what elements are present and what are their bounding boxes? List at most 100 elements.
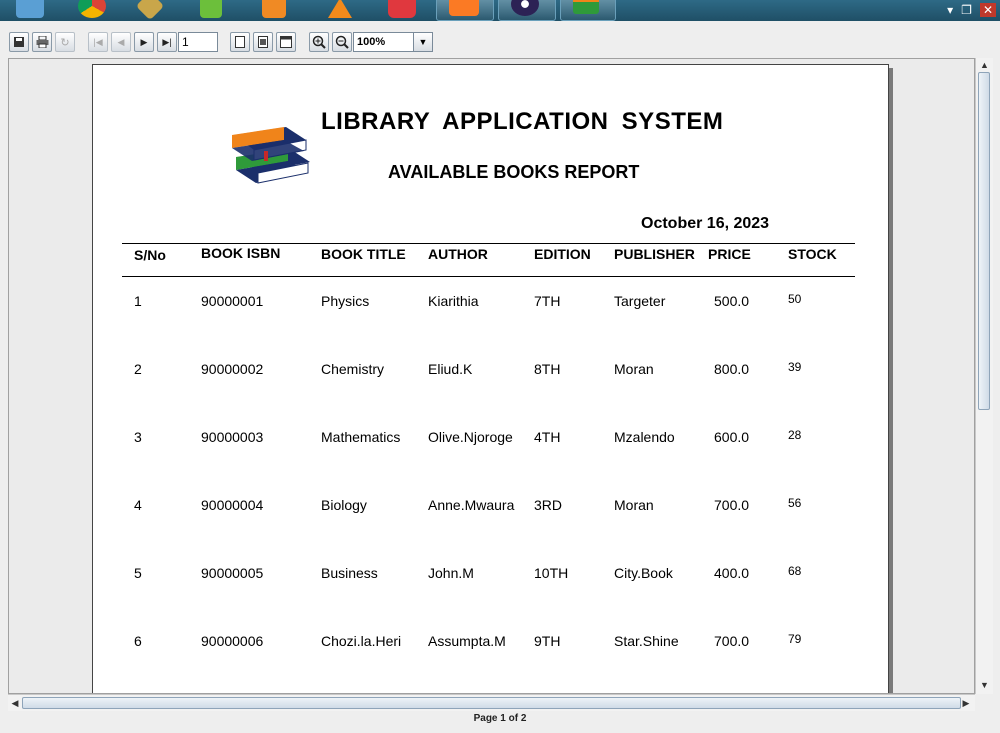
actual-size-button[interactable] — [230, 32, 250, 52]
zoom-in-button[interactable] — [309, 32, 329, 52]
zoom-out-button[interactable] — [332, 32, 352, 52]
page-info: Page 1 of 2 — [473, 713, 527, 724]
cell-title: Biology — [321, 497, 367, 513]
media-player-icon[interactable] — [262, 0, 286, 18]
file-manager-icon[interactable] — [16, 0, 44, 18]
cell-isbn: 90000001 — [201, 293, 264, 309]
page-number-input[interactable]: 1 — [178, 32, 218, 52]
cell-sno: 5 — [134, 565, 142, 581]
zoom-in-icon — [312, 35, 326, 49]
restore-icon[interactable]: ❐ — [961, 3, 972, 17]
save-button[interactable] — [9, 32, 29, 52]
cell-sno: 1 — [134, 293, 142, 309]
cell-author: Olive.Njoroge — [428, 429, 513, 445]
next-page-icon: ▶ — [140, 36, 148, 47]
horizontal-scroll-thumb[interactable] — [22, 697, 961, 709]
cell-isbn: 90000006 — [201, 633, 264, 649]
cell-stock: 50 — [788, 292, 802, 306]
report-viewer[interactable]: LIBRARY APPLICATION SYSTEM AVAILABLE BOO… — [8, 58, 975, 694]
fit-page-icon — [258, 36, 268, 48]
fit-page-button[interactable] — [253, 32, 273, 52]
cell-publisher: Star.Shine — [614, 633, 679, 649]
cell-edition: 8TH — [534, 361, 561, 377]
cell-isbn: 90000002 — [201, 361, 264, 377]
vertical-scroll-thumb[interactable] — [978, 72, 990, 410]
zoom-out-icon — [335, 35, 349, 49]
cell-stock: 79 — [788, 632, 802, 646]
report-title: LIBRARY APPLICATION SYSTEM — [321, 108, 724, 135]
cell-title: Chemistry — [321, 361, 385, 377]
xampp-icon — [449, 0, 479, 16]
column-header-sno: S/No — [134, 247, 166, 263]
zoom-select[interactable]: 100% ▼ — [353, 32, 433, 52]
last-page-icon: ▶| — [162, 36, 172, 47]
cell-isbn: 90000004 — [201, 497, 264, 513]
cell-edition: 3RD — [534, 497, 563, 513]
cell-price: 700.0 — [714, 633, 750, 649]
close-icon[interactable]: ✕ — [979, 3, 996, 17]
header-top-rule — [122, 243, 855, 244]
first-page-icon: |◀ — [93, 36, 103, 47]
vivaldi-icon[interactable] — [388, 0, 416, 18]
column-header-publisher: PUBLISHER — [614, 246, 695, 262]
scroll-right-arrow-icon[interactable]: ▶ — [959, 695, 973, 711]
eclipse-icon — [511, 0, 539, 16]
report-date: October 16, 2023 — [641, 215, 770, 232]
report-page: LIBRARY APPLICATION SYSTEM AVAILABLE BOO… — [92, 64, 889, 693]
cell-sno: 2 — [134, 361, 142, 377]
cell-price: 700.0 — [714, 497, 750, 513]
cell-author: Assumpta.M — [428, 633, 506, 649]
scroll-left-arrow-icon[interactable]: ◀ — [8, 695, 22, 711]
status-bar: Page 1 of 2 — [0, 711, 1000, 733]
cell-price: 500.0 — [714, 293, 750, 309]
taskbar: ▾ ❐ ✕ — [0, 0, 1000, 21]
cell-publisher: Mzalendo — [614, 429, 675, 445]
cell-price: 600.0 — [714, 429, 750, 445]
chrome-icon[interactable] — [78, 0, 106, 18]
header-bottom-rule — [122, 276, 855, 277]
viewer-toolbar: ↻ |◀ ◀ ▶ ▶| 1 100% ▼ — [0, 30, 1000, 56]
scroll-down-arrow-icon[interactable]: ▼ — [976, 678, 993, 692]
previous-page-button[interactable]: ◀ — [111, 32, 131, 52]
print-button[interactable] — [32, 32, 52, 52]
cell-author: Eliud.K — [428, 361, 473, 377]
reload-icon: ↻ — [60, 36, 70, 49]
cell-stock: 68 — [788, 564, 802, 578]
tools-icon[interactable] — [135, 0, 165, 21]
vlc-icon[interactable] — [328, 0, 352, 18]
column-header-price: PRICE — [708, 246, 751, 262]
cell-price: 800.0 — [714, 361, 750, 377]
printer-icon — [36, 36, 48, 48]
fit-width-button[interactable] — [276, 32, 296, 52]
cell-edition: 9TH — [534, 633, 561, 649]
column-header-edition: EDITION — [534, 246, 591, 262]
horizontal-scrollbar[interactable]: ◀ ▶ — [8, 694, 975, 711]
cell-publisher: Moran — [614, 361, 654, 377]
chevron-down-icon[interactable]: ▾ — [947, 3, 953, 17]
library-app-taskbar-button[interactable] — [560, 0, 616, 21]
chevron-down-icon[interactable]: ▼ — [413, 33, 432, 51]
cell-stock: 28 — [788, 428, 802, 442]
cell-title: Physics — [321, 293, 370, 309]
cell-stock: 39 — [788, 360, 802, 374]
cell-author: Anne.Mwaura — [428, 497, 515, 513]
previous-page-icon: ◀ — [117, 36, 125, 47]
column-header-stock: STOCK — [788, 246, 837, 262]
last-page-button[interactable]: ▶| — [157, 32, 177, 52]
books-logo-icon — [232, 127, 310, 184]
cell-edition: 4TH — [534, 429, 561, 445]
next-page-button[interactable]: ▶ — [134, 32, 154, 52]
scroll-up-arrow-icon[interactable]: ▲ — [976, 58, 993, 72]
vertical-scrollbar[interactable]: ▲ ▼ — [975, 58, 993, 694]
cell-publisher: Targeter — [614, 293, 666, 309]
eclipse-taskbar-button[interactable] — [498, 0, 556, 21]
cell-author: John.M — [428, 565, 474, 581]
editor-icon[interactable] — [200, 0, 222, 18]
cell-isbn: 90000005 — [201, 565, 264, 581]
fit-width-icon — [280, 36, 292, 48]
first-page-button[interactable]: |◀ — [88, 32, 108, 52]
reload-button[interactable]: ↻ — [55, 32, 75, 52]
window-controls: ▾ ❐ ✕ — [947, 0, 996, 20]
xampp-taskbar-button[interactable] — [436, 0, 494, 21]
cell-edition: 10TH — [534, 565, 569, 581]
